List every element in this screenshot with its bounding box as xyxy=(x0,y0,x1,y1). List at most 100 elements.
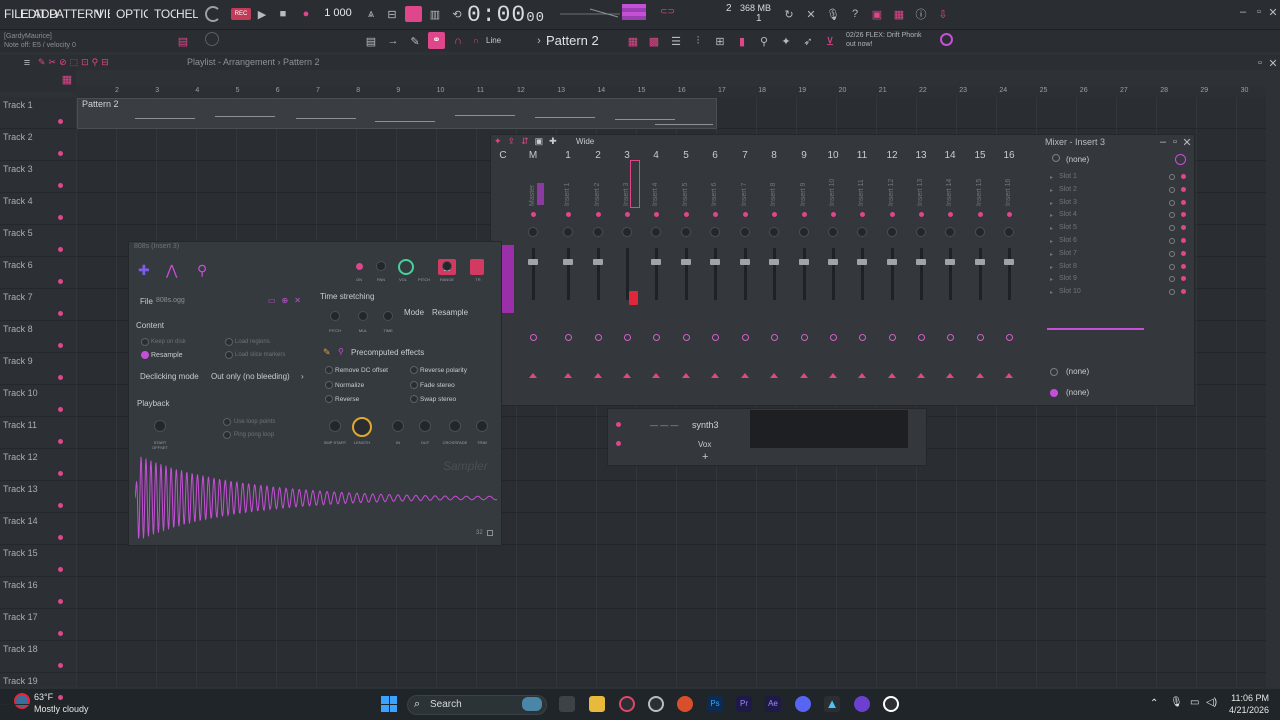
mixer-channel-name[interactable]: Insert 1 xyxy=(564,168,571,206)
piano-roll-window-icon[interactable]: ▩ xyxy=(647,34,661,48)
mixer-pan-knob[interactable] xyxy=(945,227,955,237)
mixer-mute-led[interactable] xyxy=(890,212,895,217)
ruler-bar-number[interactable]: 8 xyxy=(356,87,360,94)
mixer-route-ring[interactable] xyxy=(565,334,572,341)
mixer-channel-number[interactable]: 14 xyxy=(940,150,960,161)
channel-on-led[interactable] xyxy=(356,263,363,270)
declicking-mode[interactable]: Out only (no bleeding) xyxy=(211,372,290,381)
volume-knob[interactable] xyxy=(398,259,414,275)
obs-icon[interactable] xyxy=(883,696,899,712)
start-icon[interactable] xyxy=(381,696,397,712)
track-mute-led[interactable] xyxy=(58,503,63,508)
mixer-channel-name[interactable]: Insert 9 xyxy=(800,168,807,206)
track-mute-led[interactable] xyxy=(58,311,63,316)
mixer-pan-knob[interactable] xyxy=(857,227,867,237)
mixer-route-ring[interactable] xyxy=(801,334,808,341)
mixer-mute-led[interactable] xyxy=(831,212,836,217)
mixer-fader-track[interactable] xyxy=(532,248,535,300)
channel-synth3[interactable]: synth3 xyxy=(692,420,719,430)
typing-keyboard-icon[interactable]: ▤ xyxy=(176,34,190,48)
mixer-pan-knob[interactable] xyxy=(828,227,838,237)
fx-slot-led[interactable] xyxy=(1181,263,1186,269)
mixer-channel-number[interactable]: C xyxy=(493,150,513,161)
fx-slot[interactable]: Slot 5 xyxy=(1059,224,1077,231)
mixer-send-arrow[interactable] xyxy=(711,373,719,378)
track-name[interactable]: Track 17 xyxy=(3,612,38,622)
mixer-icon[interactable]: ⫶ xyxy=(691,34,705,48)
mixer-route-ring[interactable] xyxy=(947,334,954,341)
eq-out-icon[interactable] xyxy=(1050,389,1058,397)
mixer-fader-cap[interactable] xyxy=(857,259,867,265)
ruler-bar-number[interactable]: 4 xyxy=(195,87,199,94)
ruler-bar-number[interactable]: 15 xyxy=(638,87,646,94)
file-icon[interactable]: ▮ xyxy=(735,34,749,48)
track-mute-led[interactable] xyxy=(58,119,63,124)
sample-file[interactable]: 808s.ogg xyxy=(156,297,185,304)
fx-slot[interactable]: Slot 3 xyxy=(1059,199,1077,206)
mixer-channel-number[interactable]: 7 xyxy=(735,150,755,161)
track-name[interactable]: Track 1 xyxy=(3,100,33,110)
pattern-selector[interactable]: Pattern 2 xyxy=(546,33,599,48)
declicking-arrow-icon[interactable]: › xyxy=(301,372,304,381)
ruler-bar-number[interactable]: 14 xyxy=(597,87,605,94)
mixer-pan-knob[interactable] xyxy=(651,227,661,237)
playlist-tools-icon[interactable]: ✎✂⊘⬚⊡⚲⊟ xyxy=(38,57,112,68)
tray-volume-icon[interactable]: ◁) xyxy=(1206,697,1217,708)
mixer-fader-cap[interactable] xyxy=(563,259,573,265)
playlist-icon[interactable]: ▦ xyxy=(626,34,640,48)
mixer-mute-led[interactable] xyxy=(596,212,601,217)
menu-options[interactable]: OPTIONS xyxy=(116,7,148,21)
mixer-channel-name[interactable]: Insert 16 xyxy=(1005,168,1012,206)
record-icon[interactable]: ● xyxy=(299,7,313,21)
ruler-bar-number[interactable]: 30 xyxy=(1241,87,1249,94)
weather-condition[interactable]: Mostly cloudy xyxy=(34,704,89,714)
mixer-input[interactable]: (none) xyxy=(1066,367,1089,376)
mixer-mute-led[interactable] xyxy=(654,212,659,217)
mixer-channel-name[interactable]: Insert 15 xyxy=(976,168,983,206)
mixer-route-ring[interactable] xyxy=(742,334,749,341)
mixer-mute-led[interactable] xyxy=(802,212,807,217)
fx-slot[interactable]: Slot 9 xyxy=(1059,275,1077,282)
fx-slot-arrow-icon[interactable]: ▸ xyxy=(1050,251,1053,258)
track-mute-led[interactable] xyxy=(58,215,63,220)
mixer-send-arrow[interactable] xyxy=(888,373,896,378)
loop-points-check[interactable] xyxy=(223,418,231,426)
touch-icon[interactable]: ✦ xyxy=(779,34,793,48)
menu-view[interactable]: VIEW xyxy=(96,7,110,21)
mixer-channel-name[interactable]: Insert 5 xyxy=(682,168,689,206)
fx-checkbox[interactable] xyxy=(325,380,333,389)
tray-display-icon[interactable]: ▭ xyxy=(1190,697,1199,708)
fx-slot-arrow-icon[interactable]: ▸ xyxy=(1050,174,1053,181)
mixer-channel-number[interactable]: 12 xyxy=(882,150,902,161)
fx-slot-led[interactable] xyxy=(1181,238,1186,243)
tray-mic-icon[interactable]: 🎙 xyxy=(1170,697,1183,708)
mixer-route-ring[interactable] xyxy=(918,334,925,341)
ruler-bar-number[interactable]: 27 xyxy=(1120,87,1128,94)
mixer-send-arrow[interactable] xyxy=(1005,373,1013,378)
fx-checkbox[interactable] xyxy=(325,366,333,374)
mixer-fader-cap[interactable] xyxy=(799,259,809,265)
premiere-icon[interactable]: Pr xyxy=(736,696,752,712)
mixer-pan-knob[interactable] xyxy=(710,227,720,237)
mixer-route-ring[interactable] xyxy=(653,334,660,341)
mixer-channel-number[interactable]: 11 xyxy=(852,150,872,161)
mixer-route-ring[interactable] xyxy=(889,334,896,341)
photoshop-icon[interactable]: Ps xyxy=(707,696,723,712)
fx-slot-mix-knob[interactable] xyxy=(1169,174,1175,180)
plugin-icon[interactable]: ▦ xyxy=(892,7,906,21)
mixer-route-ring[interactable] xyxy=(530,334,537,341)
playback-knob[interactable] xyxy=(154,420,166,432)
task-view-icon[interactable] xyxy=(559,696,575,712)
chrome-icon[interactable] xyxy=(677,696,693,712)
file-tools-icon[interactable]: ▭⊕✕ xyxy=(268,296,307,305)
fx-slot-arrow-icon[interactable]: ▸ xyxy=(1050,212,1053,219)
mixer-close-icon[interactable]: ✕ xyxy=(1180,135,1194,149)
ruler-bar-number[interactable]: 13 xyxy=(557,87,565,94)
fx-slot-mix-knob[interactable] xyxy=(1169,199,1175,206)
mixer-fader-cap[interactable] xyxy=(916,259,926,265)
ruler-bar-number[interactable]: 6 xyxy=(276,87,280,94)
track-name[interactable]: Track 14 xyxy=(3,516,38,526)
fx-option[interactable]: Remove DC offset xyxy=(335,367,388,374)
mixer-fader-track[interactable] xyxy=(949,248,952,300)
fx-slot[interactable]: Slot 6 xyxy=(1059,237,1077,244)
